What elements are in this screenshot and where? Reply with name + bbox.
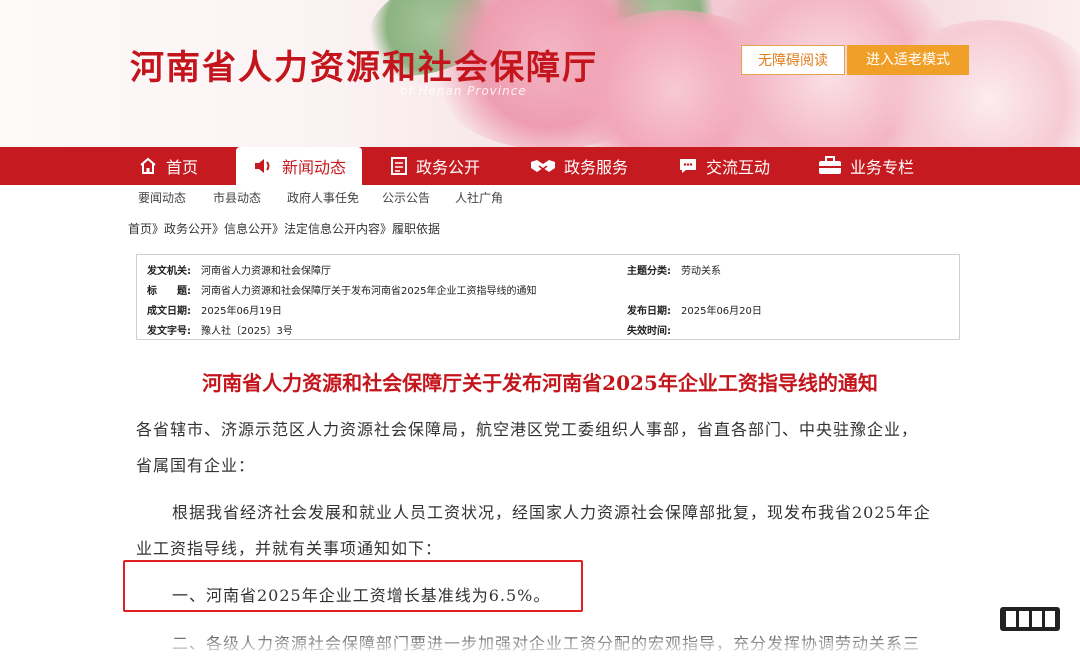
- nav-item-gov-services[interactable]: 政务服务: [530, 147, 640, 185]
- category-label: 主题分类:: [627, 266, 671, 277]
- image-watermark-icon: [1000, 607, 1060, 631]
- category-value: 劳动关系: [681, 266, 721, 277]
- subnav-item-city-county-news[interactable]: 市县动态: [213, 189, 261, 206]
- published-date-value: 2025年06月20日: [681, 306, 762, 317]
- nav-item-news[interactable]: 新闻动态: [236, 147, 362, 185]
- nav-item-business-column[interactable]: 业务专栏: [818, 147, 928, 185]
- article-recipients-line-2: 省属国有企业：: [136, 456, 256, 475]
- article-recipients-line-1: 各省辖市、济源示范区人力资源社会保障局，航空港区党工委组织人事部，省直各部门、中…: [136, 420, 919, 439]
- site-title[interactable]: 河南省人力资源和社会保障厅: [130, 40, 598, 89]
- subnav-item-hrss-panorama[interactable]: 人社广角: [455, 189, 503, 206]
- header-banner: 河南省人力资源和社会保障厅 of Henan Province 无障碍阅读 进入…: [0, 0, 1080, 147]
- subnav-item-headline-news[interactable]: 要闻动态: [138, 189, 186, 206]
- chat-icon: [678, 156, 698, 176]
- issuer-label: 发文机关:: [147, 266, 191, 277]
- article-title: 河南省人力资源和社会保障厅关于发布河南省2025年企业工资指导线的通知: [202, 371, 878, 395]
- info-row-expiry: 失效时间:: [627, 322, 681, 337]
- info-row-doc-number: 发文字号: 豫人社〔2025〕3号: [147, 322, 293, 337]
- doc-number-label: 发文字号:: [147, 326, 191, 337]
- handshake-icon: [530, 156, 556, 176]
- nav-item-interaction[interactable]: 交流互动: [678, 147, 788, 185]
- briefcase-icon: [818, 156, 842, 176]
- expiry-label: 失效时间:: [627, 326, 671, 337]
- issuer-value: 河南省人力资源和社会保障厅: [201, 266, 331, 277]
- document-icon: [390, 156, 408, 176]
- info-row-published-date: 发布日期: 2025年06月20日: [627, 302, 762, 317]
- site-subtitle: of Henan Province: [400, 84, 527, 98]
- subnav-item-public-notices[interactable]: 公示公告: [382, 189, 430, 206]
- written-date-label: 成文日期:: [147, 306, 191, 317]
- speaker-icon: [252, 156, 274, 176]
- document-info-box: 发文机关: 河南省人力资源和社会保障厅 主题分类: 劳动关系 标 题: 河南省人力资源…: [136, 254, 960, 340]
- doc-number-value: 豫人社〔2025〕3号: [201, 326, 293, 337]
- info-row-written-date: 成文日期: 2025年06月19日: [147, 302, 282, 317]
- elderly-mode-button[interactable]: 进入适老模式: [847, 45, 969, 75]
- main-nav: 首页 新闻动态 政务公开 政务服务 交流互动 业务专栏: [0, 147, 1080, 185]
- written-date-value: 2025年06月19日: [201, 306, 282, 317]
- title-value: 河南省人力资源和社会保障厅关于发布河南省2025年企业工资指导线的通知: [201, 286, 537, 297]
- subnav-item-personnel-appointments[interactable]: 政府人事任免: [287, 189, 359, 206]
- bottom-fade-overlay: [0, 630, 1080, 654]
- nav-item-gov-affairs-open[interactable]: 政务公开: [390, 147, 500, 185]
- sub-nav: 要闻动态 市县动态 政府人事任免 公示公告 人社广角: [0, 185, 1080, 209]
- nav-item-label: 交流互动: [706, 158, 771, 177]
- breadcrumb[interactable]: 首页》政务公开》信息公开》法定信息公开内容》履职依据: [128, 220, 440, 237]
- info-row-category: 主题分类: 劳动关系: [627, 262, 721, 277]
- article-point-1: 一、河南省2025年企业工资增长基准线为6.5%。: [172, 586, 551, 605]
- nav-item-label: 业务专栏: [850, 158, 915, 177]
- nav-item-label: 首页: [166, 158, 199, 177]
- published-date-label: 发布日期:: [627, 306, 671, 317]
- home-icon: [138, 156, 158, 176]
- nav-item-label: 政务公开: [416, 158, 481, 177]
- nav-item-label: 新闻动态: [281, 158, 346, 177]
- info-row-title: 标 题: 河南省人力资源和社会保障厅关于发布河南省2025年企业工资指导线的通知: [147, 282, 536, 297]
- title-label: 标 题:: [147, 286, 191, 297]
- nav-item-label: 政务服务: [564, 158, 629, 177]
- article-intro-line-1: 根据我省经济社会发展和就业人员工资状况，经国家人力资源社会保障部批复，现发布我省…: [172, 503, 931, 522]
- info-row-issuer: 发文机关: 河南省人力资源和社会保障厅: [147, 262, 331, 277]
- nav-item-home[interactable]: 首页: [138, 147, 218, 185]
- accessibility-reading-button[interactable]: 无障碍阅读: [741, 45, 845, 75]
